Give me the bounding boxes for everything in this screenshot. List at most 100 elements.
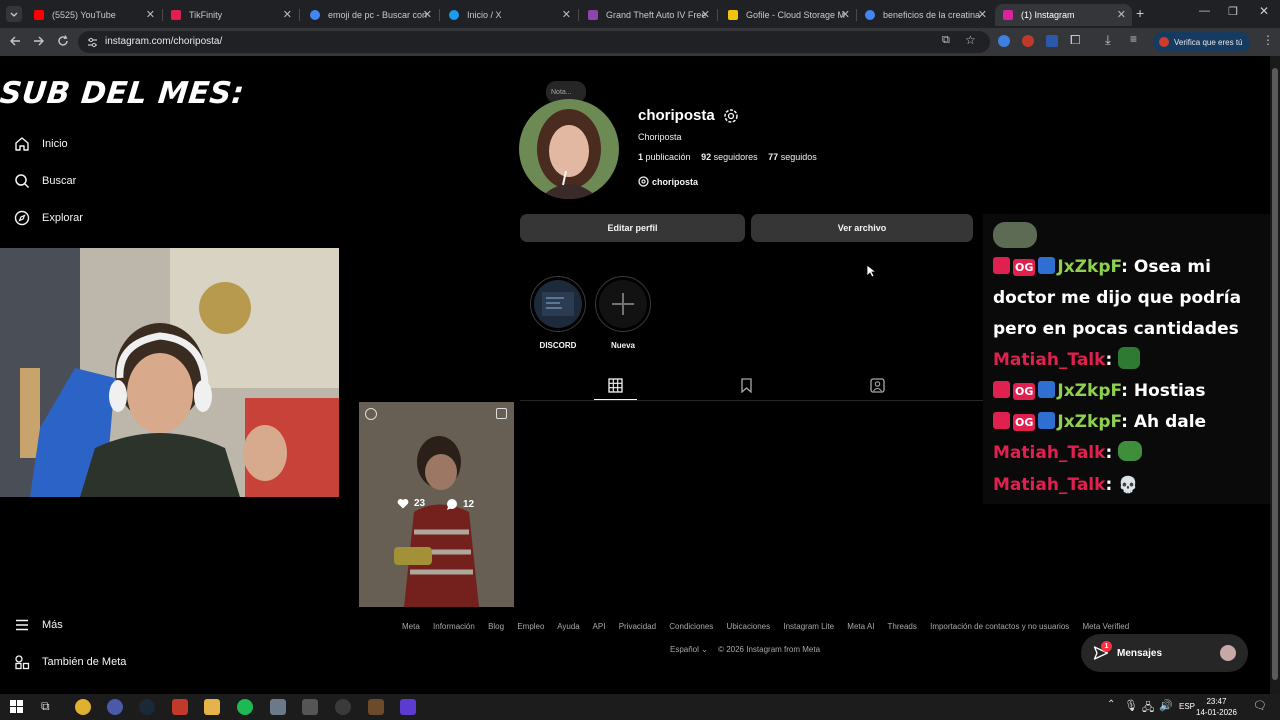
highlight-discord[interactable]: DISCORD: [530, 276, 586, 350]
grid-icon[interactable]: [608, 378, 623, 393]
file-explorer-icon[interactable]: [204, 699, 220, 715]
chrome-icon[interactable]: [75, 699, 91, 715]
extension-icon[interactable]: [998, 35, 1010, 47]
compass-icon: [14, 210, 30, 226]
reload-button[interactable]: [56, 34, 70, 51]
sidebar-item-inicio[interactable]: Inicio: [14, 132, 68, 156]
messages-button[interactable]: 1 Mensajes: [1081, 634, 1248, 672]
menu-icon[interactable]: ⋮: [1262, 33, 1274, 47]
volume-icon[interactable]: 🔊: [1159, 699, 1173, 712]
bookmark-star-icon[interactable]: ☆: [965, 33, 976, 47]
system-clock[interactable]: 23:47 14-01-2026: [1196, 696, 1237, 718]
tab-gofile[interactable]: Gofile - Cloud Storage M ✕: [720, 4, 856, 26]
sidebar-item-buscar[interactable]: Buscar: [14, 169, 76, 193]
profile-avatar[interactable]: [519, 99, 619, 199]
download-icon[interactable]: ⤓: [1105, 32, 1111, 48]
edit-profile-button[interactable]: Editar perfil: [520, 214, 745, 242]
close-icon[interactable]: ✕: [146, 8, 155, 21]
back-button[interactable]: [8, 34, 22, 51]
extension-icon[interactable]: [1022, 35, 1034, 47]
skull-emote-icon: 💀: [1118, 475, 1139, 494]
sidebar-item-explorar[interactable]: Explorar: [14, 206, 83, 230]
chat-message: Matiah_Talk: 💀: [993, 475, 1139, 495]
close-icon[interactable]: ✕: [423, 8, 432, 21]
settings-gear-icon[interactable]: [722, 107, 740, 125]
close-icon[interactable]: ✕: [562, 8, 571, 21]
tab-instagram[interactable]: (1) Instagram ✕: [995, 4, 1132, 26]
close-window-button[interactable]: ✕: [1259, 4, 1269, 18]
site-info-icon[interactable]: [87, 37, 98, 48]
app-icon[interactable]: [302, 699, 318, 715]
footer-link[interactable]: Ayuda: [557, 622, 580, 631]
page-scrollbar[interactable]: [1270, 56, 1280, 694]
tab-x[interactable]: Inicio / X ✕: [441, 4, 577, 26]
tab-search-button[interactable]: [6, 6, 22, 22]
sidebar-item-label: Buscar: [42, 175, 77, 187]
tab-tikfinity[interactable]: TikFinity ✕: [163, 4, 298, 26]
tab-title: Grand Theft Auto IV Free: [606, 10, 707, 20]
steam-icon[interactable]: [139, 699, 155, 715]
minimize-button[interactable]: —: [1199, 5, 1210, 17]
network-icon[interactable]: 🖧: [1142, 699, 1154, 718]
close-icon[interactable]: ✕: [841, 8, 850, 21]
footer-link[interactable]: Meta AI: [847, 622, 874, 631]
keyboard-language[interactable]: ESP: [1179, 702, 1195, 711]
spotify-icon[interactable]: [237, 699, 253, 715]
threads-link[interactable]: choriposta: [638, 176, 698, 187]
obs-icon[interactable]: [335, 699, 351, 715]
posts-stat: 1 publicación: [638, 152, 691, 162]
close-icon[interactable]: ✕: [978, 8, 987, 21]
home-icon: [15, 137, 29, 151]
footer-link[interactable]: Empleo: [517, 622, 544, 631]
address-bar[interactable]: instagram.com/choriposta/ ⧉ ☆: [78, 31, 990, 53]
sidebar-item-tambien-de-meta[interactable]: También de Meta: [14, 650, 126, 674]
tab-gta[interactable]: Grand Theft Auto IV Free ✕: [580, 4, 716, 26]
footer-link[interactable]: Información: [433, 622, 475, 631]
tab-youtube[interactable]: (5525) YouTube ✕: [26, 4, 161, 26]
close-icon[interactable]: ✕: [1117, 8, 1126, 21]
close-icon[interactable]: ✕: [701, 8, 710, 21]
app-icon[interactable]: [270, 699, 286, 715]
footer-link[interactable]: Importación de contactos y no usuarios: [930, 622, 1069, 631]
sidebar-item-mas[interactable]: Más: [14, 613, 63, 637]
post-thumbnail[interactable]: 23 12: [359, 402, 514, 607]
footer-link[interactable]: Privacidad: [619, 622, 656, 631]
app-icon[interactable]: [172, 699, 188, 715]
app-icon[interactable]: [400, 699, 416, 715]
close-icon[interactable]: ✕: [283, 8, 292, 21]
footer-link[interactable]: Meta: [402, 622, 420, 631]
highlight-new[interactable]: Nueva: [595, 276, 651, 350]
forward-button[interactable]: [32, 34, 46, 51]
restore-button[interactable]: ❐: [1228, 5, 1238, 18]
footer-link[interactable]: Instagram Lite: [783, 622, 834, 631]
puzzle-icon[interactable]: ⧠: [1070, 32, 1080, 48]
install-app-icon[interactable]: ⧉: [942, 34, 950, 47]
footer-link[interactable]: API: [593, 622, 606, 631]
tab-bing-search[interactable]: emoji de pc - Buscar con ✕: [302, 4, 438, 26]
extension-icon[interactable]: [1046, 35, 1058, 47]
followers-stat[interactable]: 92 seguidores: [701, 152, 758, 162]
bookmark-icon[interactable]: [740, 378, 753, 393]
language-selector[interactable]: Español ⌄: [670, 645, 708, 654]
view-archive-button[interactable]: Ver archivo: [751, 214, 973, 242]
windows-start-icon[interactable]: [10, 700, 23, 713]
notification-icon[interactable]: 🗨: [1253, 699, 1267, 712]
minecraft-icon[interactable]: [368, 699, 384, 715]
footer-link[interactable]: Threads: [888, 622, 917, 631]
tab-creatina[interactable]: beneficios de la creatina ✕: [857, 4, 993, 26]
tagged-icon[interactable]: [870, 378, 885, 393]
new-tab-button[interactable]: +: [1136, 5, 1144, 21]
heart-icon: [397, 498, 409, 509]
microphone-icon[interactable]: 🎙: [1124, 699, 1138, 712]
media-icon[interactable]: ≡: [1130, 32, 1137, 46]
following-stat[interactable]: 77 seguidos: [768, 152, 817, 162]
mouse-cursor-icon: [866, 264, 876, 278]
task-view-icon[interactable]: ⧉: [41, 699, 50, 714]
footer-link[interactable]: Blog: [488, 622, 504, 631]
footer-link[interactable]: Ubicaciones: [727, 622, 771, 631]
verify-profile-button[interactable]: Verifica que eres tú: [1153, 32, 1250, 52]
tray-chevron-icon[interactable]: ⌃: [1107, 699, 1115, 710]
app-icon[interactable]: [107, 699, 123, 715]
footer-link[interactable]: Meta Verified: [1083, 622, 1130, 631]
footer-link[interactable]: Condiciones: [669, 622, 713, 631]
